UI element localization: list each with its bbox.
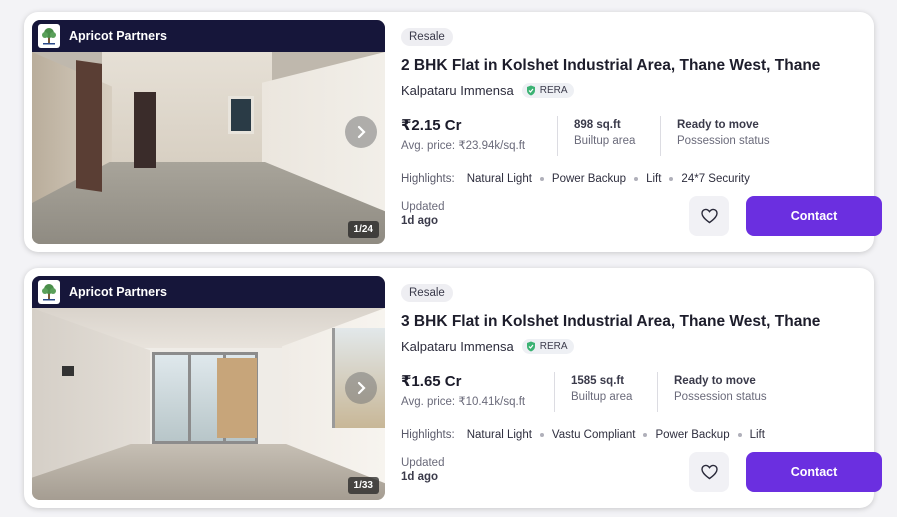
updated-label: Updated xyxy=(401,457,445,469)
chevron-right-icon xyxy=(357,125,366,139)
stats-row: ₹1.65 Cr Avg. price: ₹10.41k/sq.ft 1585 … xyxy=(401,372,801,412)
builtup-area-value: 898 sq.ft xyxy=(574,119,621,131)
listing-card[interactable]: Apricot Partners 1/24 Resale 2 BHK Flat … xyxy=(24,12,882,252)
contact-button[interactable]: Contact xyxy=(746,452,882,492)
highlight-item: Power Backup xyxy=(551,173,627,185)
stat-divider xyxy=(557,116,558,156)
possession-label: Possession status xyxy=(674,391,767,403)
agency-name[interactable]: Apricot Partners xyxy=(69,29,167,43)
highlight-item: Power Backup xyxy=(655,429,730,441)
favorite-button[interactable] xyxy=(689,452,729,492)
possession-block: Ready to move Possession status xyxy=(677,116,770,156)
project-row: Kalpataru Immensa RERA xyxy=(401,339,574,354)
separator-dot xyxy=(643,433,648,437)
shield-check-icon xyxy=(526,85,535,96)
stat-divider xyxy=(554,372,555,412)
tree-logo-icon xyxy=(38,280,60,304)
agency-name[interactable]: Apricot Partners xyxy=(69,285,167,299)
tree-logo-icon xyxy=(38,24,60,48)
highlights-label: Highlights: xyxy=(401,173,455,185)
photo-counter: 1/33 xyxy=(347,477,379,494)
highlight-item: Natural Light xyxy=(466,429,532,441)
separator-dot xyxy=(539,433,544,437)
updated-block: Updated 1d ago xyxy=(401,201,444,227)
stats-row: ₹2.15 Cr Avg. price: ₹23.94k/sq.ft 898 s… xyxy=(401,116,801,156)
highlight-item: Lift xyxy=(749,429,765,441)
updated-block: Updated 1d ago xyxy=(401,457,444,483)
listing-info: Resale 3 BHK Flat in Kolshet Industrial … xyxy=(401,268,882,508)
separator-dot xyxy=(634,177,639,181)
listing-card[interactable]: Apricot Partners 1/33 Resale 3 BHK Flat … xyxy=(24,268,882,508)
next-photo-button[interactable] xyxy=(345,116,377,148)
price-block: ₹2.15 Cr Avg. price: ₹23.94k/sq.ft xyxy=(401,116,525,156)
project-row: Kalpataru Immensa RERA xyxy=(401,83,574,98)
heart-icon xyxy=(700,464,718,480)
possession-value: Ready to move xyxy=(677,119,759,131)
possession-block: Ready to move Possession status xyxy=(674,372,767,412)
highlight-item: 24*7 Security xyxy=(681,173,750,185)
separator-dot xyxy=(737,433,742,437)
listing-title[interactable]: 2 BHK Flat in Kolshet Industrial Area, T… xyxy=(401,57,820,75)
rera-label: RERA xyxy=(539,85,568,96)
rera-badge: RERA xyxy=(521,339,574,354)
avg-price: Avg. price: ₹10.41k/sq.ft xyxy=(401,396,526,408)
rera-label: RERA xyxy=(539,341,568,352)
builtup-area-label: Builtup area xyxy=(574,135,636,147)
listing-photo-carousel[interactable]: Apricot Partners 1/24 xyxy=(32,20,385,244)
price-block: ₹1.65 Cr Avg. price: ₹10.41k/sq.ft xyxy=(401,372,525,412)
property-photo[interactable] xyxy=(32,52,385,244)
listing-title[interactable]: 3 BHK Flat in Kolshet Industrial Area, T… xyxy=(401,313,820,331)
area-block: 898 sq.ft Builtup area xyxy=(574,116,635,156)
updated-value: 1d ago xyxy=(401,215,439,227)
photo-counter: 1/24 xyxy=(347,221,379,238)
rera-badge: RERA xyxy=(521,83,574,98)
shield-check-icon xyxy=(526,341,535,352)
highlights-row: Highlights: Natural Light Vastu Complian… xyxy=(401,429,765,441)
next-photo-button[interactable] xyxy=(345,372,377,404)
stat-divider xyxy=(657,372,658,412)
highlights-label: Highlights: xyxy=(401,429,455,441)
builtup-area-value: 1585 sq.ft xyxy=(571,375,625,387)
area-block: 1585 sq.ft Builtup area xyxy=(571,372,632,412)
project-name[interactable]: Kalpataru Immensa xyxy=(401,339,514,354)
price: ₹1.65 Cr xyxy=(401,373,462,390)
highlight-item: Lift xyxy=(646,173,662,185)
highlight-item: Vastu Compliant xyxy=(551,429,636,441)
highlight-item: Natural Light xyxy=(466,173,532,185)
property-photo[interactable] xyxy=(32,308,385,500)
price: ₹2.15 Cr xyxy=(401,117,462,134)
project-name[interactable]: Kalpataru Immensa xyxy=(401,83,514,98)
updated-label: Updated xyxy=(401,201,445,213)
chevron-right-icon xyxy=(357,381,366,395)
listing-photo-carousel[interactable]: Apricot Partners 1/33 xyxy=(32,276,385,500)
agency-bar: Apricot Partners xyxy=(32,20,385,52)
favorite-button[interactable] xyxy=(689,196,729,236)
possession-label: Possession status xyxy=(677,135,770,147)
separator-dot xyxy=(669,177,674,181)
stat-divider xyxy=(660,116,661,156)
builtup-area-label: Builtup area xyxy=(571,391,633,403)
possession-value: Ready to move xyxy=(674,375,756,387)
contact-button[interactable]: Contact xyxy=(746,196,882,236)
updated-value: 1d ago xyxy=(401,471,439,483)
resale-badge: Resale xyxy=(401,28,453,46)
resale-badge: Resale xyxy=(401,284,453,302)
listing-info: Resale 2 BHK Flat in Kolshet Industrial … xyxy=(401,12,882,252)
avg-price: Avg. price: ₹23.94k/sq.ft xyxy=(401,140,526,152)
separator-dot xyxy=(539,177,544,181)
heart-icon xyxy=(700,208,718,224)
agency-bar: Apricot Partners xyxy=(32,276,385,308)
highlights-row: Highlights: Natural Light Power Backup L… xyxy=(401,173,750,185)
